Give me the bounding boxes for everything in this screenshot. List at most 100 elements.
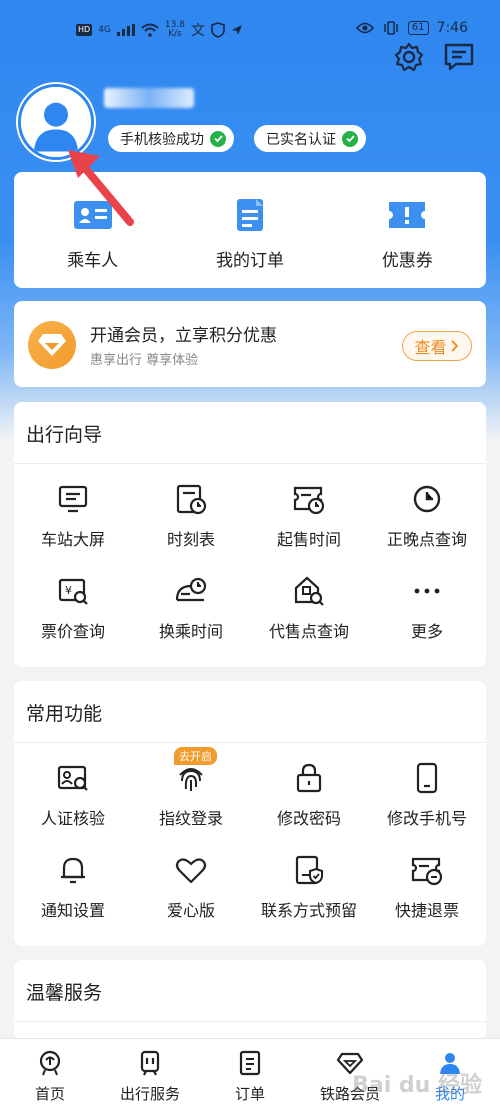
diamond-icon — [28, 321, 76, 369]
signal-bars-icon — [116, 24, 135, 36]
fingerprint-login-button[interactable]: 去开启 指纹登录 — [132, 747, 250, 829]
vip-view-label: 查看 — [414, 338, 447, 357]
enable-tag: 去开启 — [174, 747, 217, 765]
tab-home[interactable]: 首页 — [0, 1039, 100, 1111]
divider — [14, 1021, 486, 1022]
translate-icon: 文 — [190, 23, 205, 39]
fare-search-icon: ¥ — [58, 578, 88, 605]
coupon-button[interactable]: 优惠券 — [329, 172, 486, 288]
svg-text:¥: ¥ — [65, 584, 72, 597]
vip-subtitle: 惠享出行 尊享体验 — [90, 353, 199, 368]
my-orders-button[interactable]: 我的订单 — [171, 172, 328, 288]
change-phone-button[interactable]: 修改手机号 — [368, 761, 486, 829]
grid-label: 修改密码 — [276, 809, 341, 828]
transfer-time-button[interactable]: 换乘时间 — [132, 574, 250, 642]
tab-orders[interactable]: 订单 — [200, 1039, 300, 1111]
screen-icon — [58, 485, 88, 513]
network-type: 4G — [98, 24, 111, 35]
timetable-button[interactable]: 时刻表 — [132, 482, 250, 550]
vip-view-button[interactable]: 查看 — [402, 331, 472, 361]
eye-icon — [355, 22, 374, 34]
order-doc-icon — [236, 199, 263, 231]
clock-icon — [413, 485, 441, 513]
location-icon — [231, 25, 242, 35]
vip-card[interactable]: 开通会员，立享积分优惠 惠享出行 尊享体验 查看 — [14, 301, 486, 387]
section-title: 温馨服务 — [26, 982, 103, 1004]
grid-label: 修改手机号 — [386, 809, 467, 828]
gear-icon[interactable] — [392, 40, 426, 74]
more-button[interactable]: 更多 — [368, 574, 486, 642]
divider — [14, 742, 486, 743]
grid-label: 通知设置 — [40, 901, 105, 920]
quick-label: 优惠券 — [381, 251, 433, 271]
grid-label: 联系方式预留 — [260, 901, 357, 920]
status-bar: HD 4G 13.8 K/s 文 61 7:46 — [0, 0, 500, 44]
grid-label: 正晚点查询 — [386, 530, 467, 549]
badge-label: 已实名认证 — [266, 131, 336, 148]
common-functions-card: 常用功能 人证核验 去开启 指纹登录 修改密码 修改手机号 通知设置 爱心版 联… — [14, 681, 486, 946]
grid-label: 爱心版 — [166, 901, 215, 920]
bell-icon — [61, 857, 85, 884]
fingerprint-icon — [179, 768, 203, 791]
contact-shield-icon — [295, 855, 323, 885]
signal-icon: 4G — [98, 24, 111, 35]
train-icon — [140, 1050, 160, 1076]
id-verify-button[interactable]: 人证核验 — [14, 761, 132, 829]
grid-label: 快捷退票 — [394, 901, 459, 920]
grid-label: 指纹登录 — [158, 809, 223, 828]
quick-label: 乘车人 — [67, 251, 119, 271]
grid-label: 时刻表 — [166, 530, 215, 549]
sale-time-button[interactable]: 起售时间 — [250, 482, 368, 550]
tab-travel-service[interactable]: 出行服务 — [100, 1039, 200, 1111]
chevron-right-icon — [450, 340, 458, 352]
heart-icon — [175, 858, 207, 884]
clock-time: 7:46 — [436, 20, 468, 36]
grid-label: 代售点查询 — [268, 622, 349, 641]
quick-label: 我的订单 — [215, 251, 284, 271]
vibrate-icon — [384, 21, 398, 35]
message-icon[interactable] — [442, 40, 476, 74]
home-rail-icon — [39, 1050, 61, 1076]
agency-search-icon — [294, 576, 324, 606]
tab-label: 首页 — [34, 1085, 65, 1103]
check-icon — [210, 130, 226, 147]
refund-ticket-icon — [411, 857, 443, 886]
grid-label: 车站大屏 — [40, 530, 105, 549]
section-title: 出行向导 — [26, 424, 103, 446]
warm-service-card: 温馨服务 — [14, 960, 486, 1040]
battery-indicator: 61 — [407, 21, 429, 35]
vpn-icon — [211, 22, 225, 38]
care-version-button[interactable]: 爱心版 — [132, 853, 250, 921]
speed-unit: K/s — [168, 29, 182, 39]
coupon-icon — [389, 202, 426, 228]
quick-refund-button[interactable]: 快捷退票 — [368, 853, 486, 921]
notification-settings-button[interactable]: 通知设置 — [14, 853, 132, 921]
id-verify-icon — [57, 765, 88, 791]
change-password-button[interactable]: 修改密码 — [250, 761, 368, 829]
travel-guide-card: 出行向导 车站大屏 时刻表 起售时间 正晚点查询 ¥ 票价查询 换乘时间 代售点… — [14, 402, 486, 667]
sale-time-icon — [293, 486, 325, 515]
more-icon — [414, 588, 440, 594]
phone-icon — [416, 762, 438, 794]
grid-label: 起售时间 — [276, 530, 341, 549]
grid-label: 换乘时间 — [158, 622, 223, 641]
realname-verified-badge: 已实名认证 — [254, 125, 366, 152]
agency-query-button[interactable]: 代售点查询 — [250, 574, 368, 642]
fare-query-button[interactable]: ¥ 票价查询 — [14, 574, 132, 642]
username-redacted — [104, 88, 194, 108]
red-arrow-annotation — [68, 150, 134, 226]
transfer-icon — [175, 577, 207, 602]
vip-title: 开通会员，立享积分优惠 — [90, 326, 277, 346]
delay-query-button[interactable]: 正晚点查询 — [368, 482, 486, 550]
network-speed: 13.8 K/s — [165, 21, 185, 39]
timetable-icon — [176, 484, 207, 515]
grid-label: 人证核验 — [40, 809, 105, 828]
order-icon — [239, 1050, 261, 1076]
tab-label: 订单 — [234, 1085, 265, 1103]
divider — [14, 463, 486, 464]
grid-label: 票价查询 — [40, 622, 105, 641]
station-screen-button[interactable]: 车站大屏 — [14, 482, 132, 550]
baidu-watermark: Bai du 经验 — [352, 1073, 482, 1098]
contact-reserve-button[interactable]: 联系方式预留 — [250, 853, 368, 921]
section-title: 常用功能 — [26, 703, 103, 725]
